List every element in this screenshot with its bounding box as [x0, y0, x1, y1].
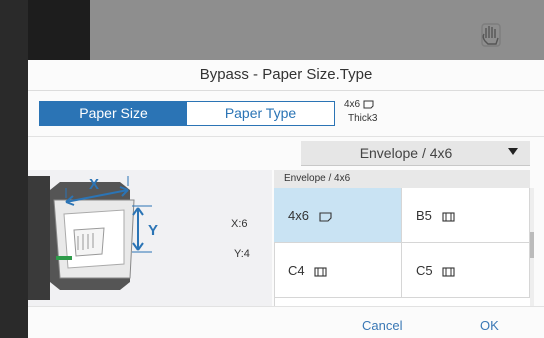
x-dimension-value: X:6 — [231, 218, 248, 230]
dialog-title: Bypass - Paper Size.Type — [199, 66, 373, 83]
size-option-c5[interactable]: C5 — [402, 243, 530, 298]
divider — [28, 306, 544, 307]
size-option-label: C5 — [416, 263, 433, 278]
hand-touch-icon[interactable] — [468, 14, 512, 54]
landscape-paper-icon — [442, 267, 455, 277]
size-option-b5[interactable]: B5 — [402, 188, 530, 243]
divider — [28, 90, 544, 91]
portrait-paper-icon — [319, 212, 332, 222]
status-bar — [28, 0, 544, 60]
status-bar-dark-area — [28, 0, 90, 60]
size-option-label: 4x6 — [288, 208, 309, 223]
size-option-label: C4 — [288, 263, 305, 278]
size-option-c4[interactable]: C4 — [274, 243, 402, 298]
tab-paper-type[interactable]: Paper Type — [187, 102, 334, 125]
tab-paper-size[interactable]: Paper Size — [40, 102, 187, 125]
current-size-info: 4x6 — [344, 99, 374, 110]
scrollbar-thumb[interactable] — [530, 232, 534, 258]
device-bezel — [0, 0, 28, 338]
y-dimension-value: Y:4 — [234, 248, 250, 260]
size-option-label: B5 — [416, 208, 432, 223]
divider — [28, 136, 544, 137]
y-axis-label: Y — [148, 222, 159, 239]
dropdown-selected-value[interactable]: Envelope / 4x6 — [307, 141, 505, 166]
landscape-paper-icon — [314, 267, 327, 277]
list-header: Envelope / 4x6 — [274, 170, 530, 188]
x-axis-label: X — [89, 176, 100, 193]
cancel-button[interactable]: Cancel — [362, 318, 402, 333]
size-option-4x6[interactable]: 4x6 — [274, 188, 402, 243]
landscape-paper-icon — [441, 212, 455, 222]
portrait-paper-icon — [363, 100, 374, 109]
current-size-label: 4x6 — [344, 99, 361, 110]
ok-button[interactable]: OK — [480, 318, 499, 333]
chevron-down-icon[interactable] — [508, 148, 518, 155]
current-type-label: Thick3 — [348, 113, 378, 124]
